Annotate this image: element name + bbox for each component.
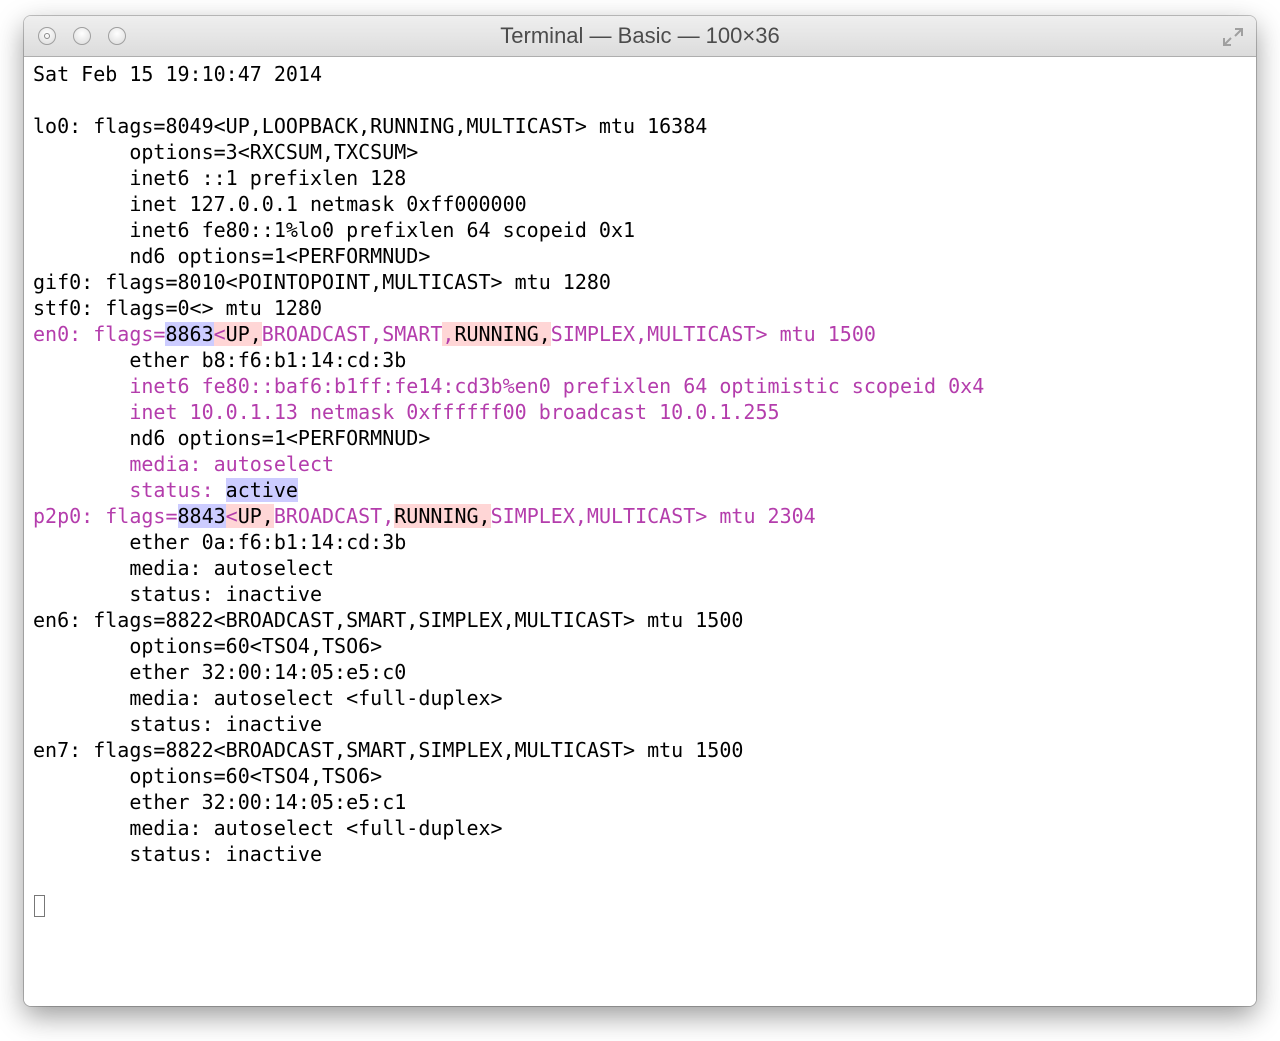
terminal-line: ether 32:00:14:05:e5:c1 — [33, 789, 1248, 815]
terminal-text: inet 10.0.1.13 netmask 0xffffff00 broadc… — [33, 400, 780, 424]
terminal-text: status: inactive — [33, 582, 322, 606]
terminal-line: options=3<RXCSUM,TXCSUM> — [33, 139, 1248, 165]
terminal-text: media: autoselect <full-duplex> — [33, 686, 503, 710]
terminal-line: media: autoselect <full-duplex> — [33, 685, 1248, 711]
terminal-text: media: autoselect — [33, 556, 335, 580]
terminal-line: inet6 fe80::baf6:b1ff:fe14:cd3b%en0 pref… — [33, 373, 1248, 399]
terminal-text: BROADCAST, — [273, 504, 395, 528]
terminal-line: inet 10.0.1.13 netmask 0xffffff00 broadc… — [33, 399, 1248, 425]
terminal-text: media: autoselect <full-duplex> — [33, 816, 503, 840]
terminal-line: media: autoselect <full-duplex> — [33, 815, 1248, 841]
terminal-line: status: active — [33, 477, 1248, 503]
terminal-text: inet6 ::1 prefixlen 128 — [33, 166, 407, 190]
terminal-line: inet 127.0.0.1 netmask 0xff000000 — [33, 191, 1248, 217]
terminal-text: < — [213, 322, 226, 346]
terminal-text: ether 32:00:14:05:e5:c1 — [33, 790, 407, 814]
terminal-text: < — [225, 504, 238, 528]
terminal-line: lo0: flags=8049<UP,LOOPBACK,RUNNING,MULT… — [33, 113, 1248, 139]
terminal-text: media: autoselect — [33, 452, 335, 476]
terminal-text: status: inactive — [33, 842, 322, 866]
terminal-text: nd6 options=1<PERFORMNUD> — [33, 426, 431, 450]
terminal-text: inet6 fe80::baf6:b1ff:fe14:cd3b%en0 pref… — [33, 374, 985, 398]
block-cursor — [34, 895, 45, 917]
terminal-text: , — [442, 322, 455, 346]
terminal-line: en6: flags=8822<BROADCAST,SMART,SIMPLEX,… — [33, 607, 1248, 633]
terminal-text: SIMPLEX,MULTICAST> mtu 1500 — [550, 322, 876, 346]
title-bar[interactable]: Terminal — Basic — 100×36 — [24, 16, 1256, 57]
terminal-text: ether 0a:f6:b1:14:cd:3b — [33, 530, 407, 554]
terminal-text: options=3<RXCSUM,TXCSUM> — [33, 140, 419, 164]
terminal-text: en0: flags= — [33, 322, 166, 346]
window-title: Terminal — Basic — 100×36 — [500, 23, 780, 48]
terminal-line: options=60<TSO4,TSO6> — [33, 763, 1248, 789]
terminal-text: BROADCAST,SMART — [261, 322, 443, 346]
terminal-text: gif0: flags=8010<POINTOPOINT,MULTICAST> … — [33, 270, 611, 294]
terminal-line: ether 32:00:14:05:e5:c0 — [33, 659, 1248, 685]
terminal-text: 8843 — [177, 504, 226, 528]
terminal-line: p2p0: flags=8843<UP,BROADCAST,RUNNING,SI… — [33, 503, 1248, 529]
fullscreen-button[interactable] — [1220, 25, 1246, 49]
terminal-text: status: — [33, 478, 226, 502]
terminal-line: stf0: flags=0<> mtu 1280 — [33, 295, 1248, 321]
terminal-line: ether b8:f6:b1:14:cd:3b — [33, 347, 1248, 373]
terminal-text: active — [225, 478, 298, 502]
terminal-line: status: inactive — [33, 841, 1248, 867]
terminal-text: inet 127.0.0.1 netmask 0xff000000 — [33, 192, 527, 216]
terminal-text: RUNNING, — [454, 322, 551, 346]
terminal-line: inet6 fe80::1%lo0 prefixlen 64 scopeid 0… — [33, 217, 1248, 243]
terminal-line: options=60<TSO4,TSO6> — [33, 633, 1248, 659]
terminal-text: ether 32:00:14:05:e5:c0 — [33, 660, 407, 684]
terminal-output: Sat Feb 15 19:10:47 2014 lo0: flags=8049<… — [33, 61, 1248, 867]
terminal-text: SIMPLEX,MULTICAST> mtu 2304 — [490, 504, 816, 528]
terminal-text: inet6 fe80::1%lo0 prefixlen 64 scopeid 0… — [33, 218, 636, 242]
terminal-content[interactable]: Sat Feb 15 19:10:47 2014 lo0: flags=8049<… — [24, 57, 1256, 1006]
terminal-text: RUNNING, — [394, 504, 491, 528]
terminal-text: UP, — [225, 322, 262, 346]
terminal-line: ether 0a:f6:b1:14:cd:3b — [33, 529, 1248, 555]
terminal-line: media: autoselect — [33, 555, 1248, 581]
terminal-text: options=60<TSO4,TSO6> — [33, 764, 383, 788]
terminal-line: en0: flags=8863<UP,BROADCAST,SMART,RUNNI… — [33, 321, 1248, 347]
terminal-line: nd6 options=1<PERFORMNUD> — [33, 243, 1248, 269]
fullscreen-icon — [1223, 28, 1243, 46]
terminal-text: en6: flags=8822<BROADCAST,SMART,SIMPLEX,… — [33, 608, 744, 632]
terminal-text: status: inactive — [33, 712, 322, 736]
terminal-line: status: inactive — [33, 581, 1248, 607]
terminal-text: Sat Feb 15 19:10:47 2014 — [33, 62, 322, 86]
terminal-text: stf0: flags=0<> mtu 1280 — [33, 296, 322, 320]
terminal-line: en7: flags=8822<BROADCAST,SMART,SIMPLEX,… — [33, 737, 1248, 763]
terminal-text: UP, — [237, 504, 274, 528]
terminal-line: nd6 options=1<PERFORMNUD> — [33, 425, 1248, 451]
terminal-text: en7: flags=8822<BROADCAST,SMART,SIMPLEX,… — [33, 738, 744, 762]
terminal-line: status: inactive — [33, 711, 1248, 737]
terminal-text: options=60<TSO4,TSO6> — [33, 634, 383, 658]
terminal-line: Sat Feb 15 19:10:47 2014 — [33, 61, 1248, 87]
terminal-text: p2p0: flags= — [33, 504, 178, 528]
terminal-window: Terminal — Basic — 100×36 Sat Feb 15 19:… — [24, 16, 1256, 1006]
terminal-text: nd6 options=1<PERFORMNUD> — [33, 244, 431, 268]
terminal-line: gif0: flags=8010<POINTOPOINT,MULTICAST> … — [33, 269, 1248, 295]
terminal-text: ether b8:f6:b1:14:cd:3b — [33, 348, 407, 372]
terminal-text: lo0: flags=8049<UP,LOOPBACK,RUNNING,MULT… — [33, 114, 708, 138]
terminal-line: media: autoselect — [33, 451, 1248, 477]
terminal-text: 8863 — [165, 322, 214, 346]
terminal-line: inet6 ::1 prefixlen 128 — [33, 165, 1248, 191]
